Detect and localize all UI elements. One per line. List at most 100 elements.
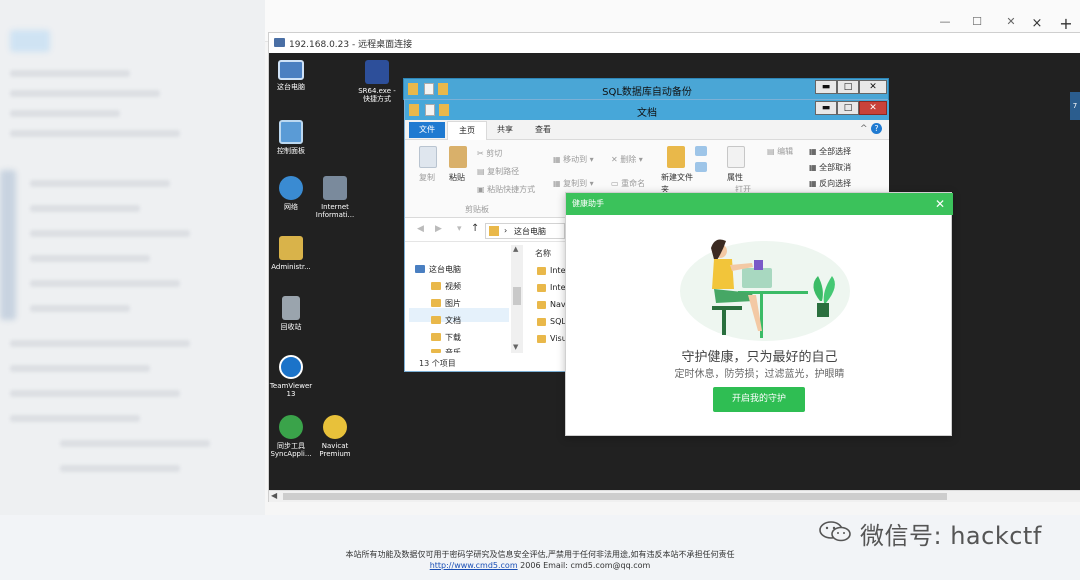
tab-view[interactable]: 查看 [535,124,551,135]
video-icon [431,282,441,290]
desktop-icon-sync-app[interactable]: 同步工具 SyncAppli... [268,415,314,458]
chevron-up-icon[interactable]: ^ [860,124,868,134]
scroll-down-icon[interactable]: ▼ [513,343,518,351]
invert-selection-button[interactable]: ▦ 反向选择 [809,178,851,189]
vertical-scrollbar[interactable]: ▲ ▼ [511,245,523,353]
easy-access-icon[interactable] [695,162,707,172]
select-none-button[interactable]: ▦ 全部取消 [809,162,851,173]
forward-icon[interactable]: ▶ [435,224,442,234]
desktop-icon-this-pc[interactable]: 这台电脑 [268,60,314,91]
cut-button[interactable]: ✂ 剪切 [477,148,502,159]
computer-icon [415,265,425,273]
desktop-icon-administrator[interactable]: Administr... [268,236,314,271]
rename-label: 重命名 [621,179,646,188]
sql-backup-window[interactable]: SQL数据库自动备份 ▬ □ ✕ [403,78,889,100]
blurred-background-panel [0,0,265,515]
footer-email: cmd5.com@qq.com [570,561,651,570]
list-item[interactable]: SQL [550,317,566,326]
desktop-icon-label: Internet Informati... [315,203,355,219]
item-count: 13 个项目 [419,359,456,368]
maximize-button[interactable]: □ [837,80,859,94]
move-to-button[interactable]: ▦ 移动到 ▾ [553,154,594,165]
help-icon[interactable]: ? [871,123,882,134]
desktop-icon-sr64[interactable]: SR64.exe - 快捷方式 [354,60,400,103]
minimize-button[interactable]: — [930,11,960,33]
popup-heading: 守护健康，只为最好的自己 [681,350,838,365]
shortcut-exe-icon [365,60,389,84]
desktop-icon-teamviewer[interactable]: TeamViewer 13 [268,355,314,398]
desktop-icon-recycle-bin[interactable]: 回收站 [268,296,314,331]
horizontal-scrollbar[interactable]: ◀ [269,490,1080,502]
list-item[interactable]: Inte [550,283,566,292]
recycle-bin-icon [282,296,300,320]
tab-home[interactable]: 主页 [447,121,487,140]
scroll-up-icon[interactable]: ▲ [513,245,518,253]
close-tab-icon[interactable]: × [1022,12,1052,34]
health-assistant-popup: 健康助手 ✕ 守护健康，只为最好的自己 定时休息，防劳损；过滤蓝光，护眼睛 开启… [565,192,953,436]
properties-button[interactable]: 属性 [727,172,743,183]
maximize-button[interactable]: □ [837,101,859,115]
iis-icon [323,176,347,200]
paste-icon [449,146,467,168]
scroll-left-icon[interactable]: ◀ [271,491,277,500]
select-all-button[interactable]: ▦ 全部选择 [809,146,851,157]
explorer-titlebar[interactable]: 文档 ▬ □ ✕ [405,100,889,120]
new-tab-button[interactable]: + [1052,12,1080,34]
up-arrow-icon[interactable]: ↑ [471,223,479,234]
nav-item-music[interactable]: 音乐 [445,347,461,353]
list-item[interactable]: Inte [550,266,566,275]
folder-icon [537,318,546,326]
chevron-down-icon[interactable]: ▾ [457,224,462,234]
desktop-icon-label: 网络 [284,203,298,211]
maximize-button[interactable]: ☐ [962,11,992,33]
side-widget[interactable]: 7 [1070,92,1080,120]
desktop-icon-label: Administr... [271,263,311,271]
woman-at-desk-illustration [680,239,850,341]
folder-icon [489,226,499,236]
close-button[interactable]: ✕ [859,80,887,94]
copy-button[interactable]: 复制 [419,172,435,183]
rename-button[interactable]: ▭ 重命名 [611,178,645,189]
copy-to-label: 复制到 [563,179,588,188]
control-panel-icon [279,120,303,144]
minimize-button[interactable]: ▬ [815,80,837,94]
close-icon[interactable]: ✕ [932,196,948,212]
desktop-icon-iis[interactable]: Internet Informati... [312,176,358,219]
close-button[interactable]: ✕ [859,101,887,115]
scrollbar-thumb[interactable] [283,493,947,500]
nav-item-documents[interactable]: 文档 [445,315,461,326]
edit-button[interactable]: ▤ 编辑 [767,146,793,157]
nav-item-videos[interactable]: 视频 [445,281,461,292]
paste-shortcut-label: 粘贴快捷方式 [487,185,536,194]
watermark-text: 微信号: hackctf [860,522,1042,550]
nav-item-pictures[interactable]: 图片 [445,298,461,309]
desktop-icon-control-panel[interactable]: 控制面板 [268,120,314,155]
back-icon[interactable]: ◀ [417,224,424,234]
popup-subheading: 定时休息，防劳损；过滤蓝光，护眼睛 [674,369,845,380]
copy-path-button[interactable]: ▤ 复制路径 [477,166,519,177]
copy-to-button[interactable]: ▦ 复制到 ▾ [553,178,594,189]
list-item[interactable]: Nav [550,300,566,309]
desktop-icon-network[interactable]: 网络 [268,176,314,211]
desktop-icon-label: Navicat Premium [319,442,351,458]
paste-shortcut-button[interactable]: ▣ 粘贴快捷方式 [477,184,535,195]
tab-file[interactable]: 文件 [409,122,445,138]
desktop-icon-navicat[interactable]: Navicat Premium [312,415,358,458]
select-all-label: 全部选择 [819,147,852,156]
teamviewer-icon [279,355,303,379]
address-input[interactable]: › 这台电脑 [485,223,565,239]
start-protection-button[interactable]: 开启我的守护 [713,387,805,412]
footer-year: 2006 [520,561,541,570]
desktop-icon-label: TeamViewer 13 [269,382,313,398]
new-item-icon[interactable] [695,146,707,156]
scrollbar-thumb[interactable] [513,287,521,305]
remote-desktop-title: 192.168.0.23 - 远程桌面连接 [289,40,413,50]
screen: — ☐ ✕ × + 192.168.0.23 - 远程桌面连接 ◀ 这台电脑 S… [0,0,1080,580]
nav-item-this-pc[interactable]: 这台电脑 [429,264,461,275]
paste-button[interactable]: 粘贴 [449,172,465,183]
nav-item-downloads[interactable]: 下载 [445,332,461,343]
footer-link[interactable]: http://www.cmd5.com [430,561,518,570]
minimize-button[interactable]: ▬ [815,101,837,115]
tab-share[interactable]: 共享 [497,124,513,135]
delete-button[interactable]: ✕ 删除 ▾ [611,154,643,165]
